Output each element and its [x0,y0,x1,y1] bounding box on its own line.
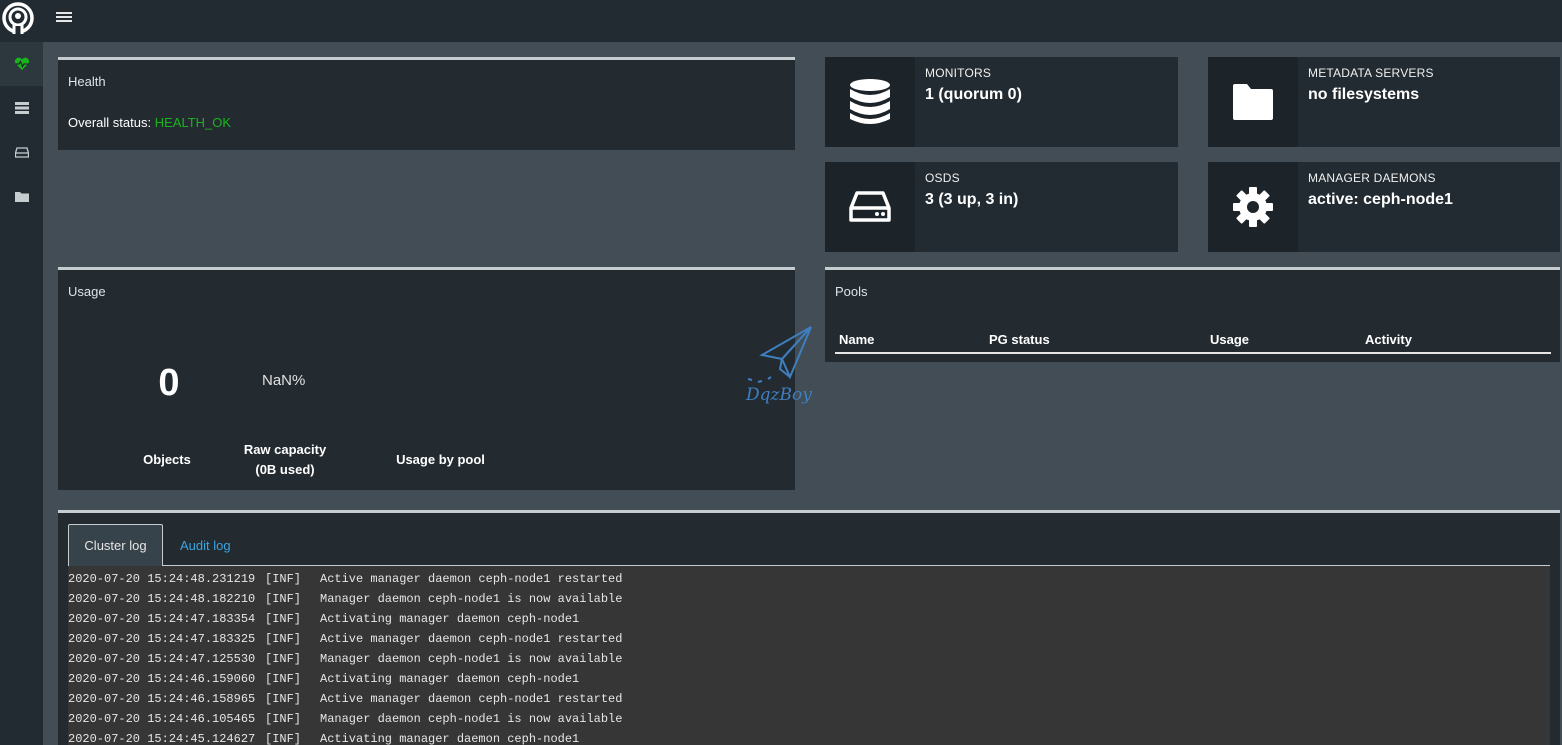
monitors-label: MONITORS [925,66,992,80]
osds-label: OSDS [925,171,960,185]
sidebar-item-block[interactable] [0,130,43,174]
database-icon [825,57,915,147]
health-status-value[interactable]: HEALTH_OK [155,115,231,130]
watermark-text: DqzBoy [746,385,812,405]
pools-panel: Pools Name PG status Usage Activity [825,267,1560,362]
objects-label: Objects [143,452,191,467]
pools-table-header: Name PG status Usage Activity [835,328,1551,354]
raw-capacity-title: Raw capacity [243,442,327,457]
hdd-icon [14,146,29,158]
pools-col-pg-status[interactable]: PG status [989,332,1050,347]
mgr-value: active: ceph-node1 [1308,191,1453,208]
usage-title: Usage [68,284,106,299]
pools-col-usage[interactable]: Usage [1210,332,1249,347]
heartbeat-icon [14,57,29,70]
menu-toggle-icon[interactable] [56,10,72,26]
usage-panel: Usage 0 NaN% Objects Raw capacity (0B us… [58,267,795,490]
tab-cluster-log[interactable]: Cluster log [68,524,163,566]
sidebar [0,42,43,745]
server-icon [14,102,29,114]
raw-capacity-percent: NaN% [262,372,306,389]
log-line: 2020-07-20 15:24:45.124627 [INF] Activatin… [68,732,580,745]
hdd-icon [825,162,915,252]
sidebar-item-dashboard[interactable] [0,42,43,86]
health-status: Overall status: HEALTH_OK [68,115,231,130]
paper-plane-icon [747,326,812,383]
metadata-servers-card[interactable]: METADATA SERVERS no filesystems [1208,57,1560,147]
raw-capacity-used: (0B used) [255,462,315,477]
osds-value: 3 (3 up, 3 in) [925,191,1019,208]
cluster-log-list[interactable]: 2020-07-20 15:24:48.231219 [INF] Active ma… [68,566,1550,745]
usage-by-pool-label: Usage by pool [396,452,485,467]
pools-col-activity[interactable]: Activity [1365,332,1412,347]
monitors-value: 1 (quorum 0) [925,86,1022,103]
folder-icon [1208,57,1298,147]
log-line: 2020-07-20 15:24:47.125530 [INF] Manager d… [68,652,623,666]
objects-count: 0 [158,362,180,404]
log-line: 2020-07-20 15:24:46.159060 [INF] Activatin… [68,672,580,686]
logs-panel: Cluster log Audit log 2020-07-20 15:24:4… [58,510,1560,745]
manager-daemons-card[interactable]: MANAGER DAEMONS active: ceph-node1 [1208,162,1560,252]
log-line: 2020-07-20 15:24:46.158965 [INF] Active ma… [68,692,623,706]
watermark: DqzBoy [744,325,824,420]
mds-value: no filesystems [1308,86,1420,103]
mds-label: METADATA SERVERS [1308,66,1434,80]
ceph-logo-icon[interactable] [0,0,38,38]
gear-icon [1208,162,1298,252]
monitors-card[interactable]: MONITORS 1 (quorum 0) [825,57,1178,147]
raw-capacity-label: Raw capacity (0B used) [230,440,340,480]
health-status-label: Overall status: [68,115,152,130]
folder-icon [14,191,29,202]
sidebar-item-filesystems[interactable] [0,174,43,218]
health-panel: Health Overall status: HEALTH_OK [58,57,795,150]
mgr-label: MANAGER DAEMONS [1308,171,1436,185]
tab-audit-log[interactable]: Audit log [180,524,231,566]
log-line: 2020-07-20 15:24:47.183325 [INF] Active ma… [68,632,623,646]
log-line: 2020-07-20 15:24:48.231219 [INF] Active ma… [68,572,623,586]
pools-title: Pools [835,284,868,299]
log-line: 2020-07-20 15:24:46.105465 [INF] Manager d… [68,712,623,726]
osds-card[interactable]: OSDS 3 (3 up, 3 in) [825,162,1178,252]
top-navbar [0,0,1562,42]
sidebar-item-cluster[interactable] [0,86,43,130]
log-line: 2020-07-20 15:24:47.183354 [INF] Activatin… [68,612,580,626]
health-title: Health [68,74,106,89]
log-line: 2020-07-20 15:24:48.182210 [INF] Manager d… [68,592,623,606]
pools-col-name[interactable]: Name [839,332,874,347]
